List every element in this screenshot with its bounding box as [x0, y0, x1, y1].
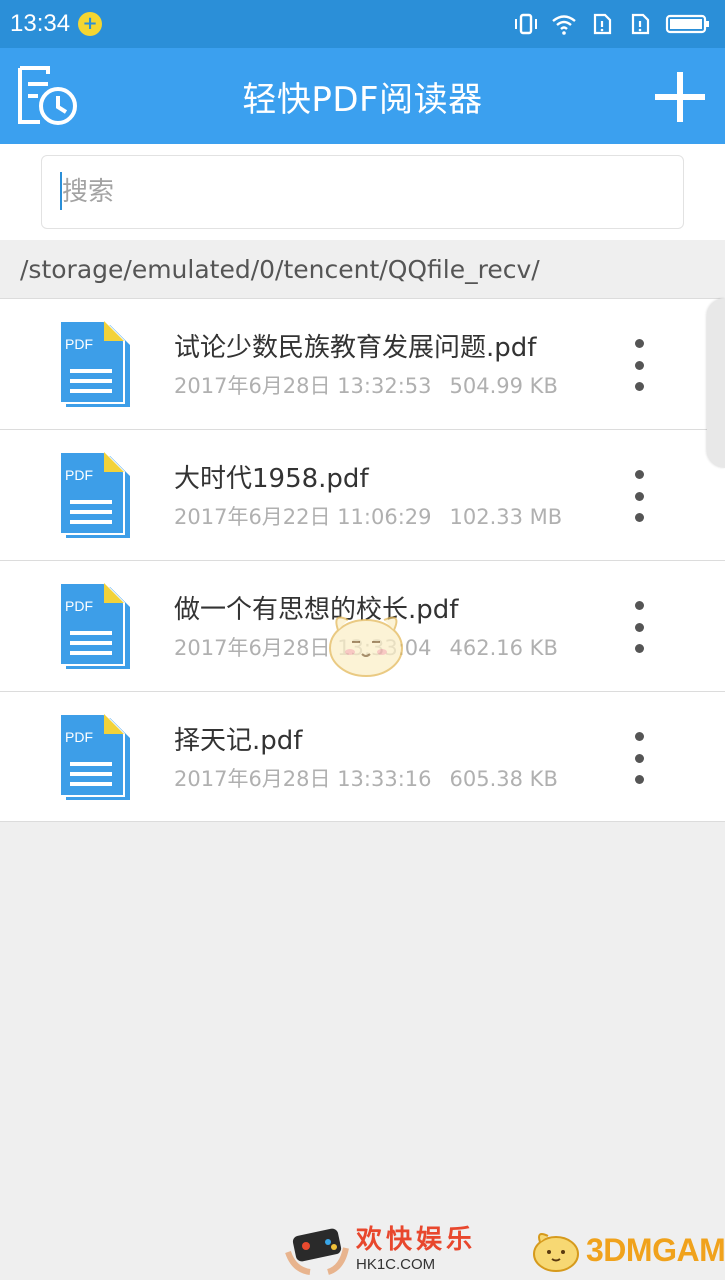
- vibrate-icon: [515, 13, 537, 35]
- more-options-icon[interactable]: [622, 728, 656, 788]
- file-date: 2017年6月22日 11:06:29: [174, 505, 432, 529]
- more-options-icon[interactable]: [622, 597, 656, 657]
- file-icon-label: PDF: [65, 598, 93, 614]
- file-name: 大时代1958.pdf: [174, 464, 369, 494]
- file-size: 462.16 KB: [449, 636, 558, 660]
- file-icon-label: PDF: [65, 729, 93, 745]
- more-options-icon[interactable]: [622, 335, 656, 395]
- file-size: 504.99 KB: [449, 374, 558, 398]
- file-meta: 2017年6月28日 13:32:53 504.99 KB: [174, 370, 558, 400]
- app-title: 轻快PDF阅读器: [242, 79, 483, 120]
- gamepad-hand-icon: [285, 1228, 349, 1275]
- status-bar-right: [513, 12, 711, 36]
- file-list: PDF 试论少数民族教育发展问题.pdf 2017年6月28日 13:32:53…: [0, 298, 725, 822]
- file-row[interactable]: PDF 大时代1958.pdf 2017年6月22日 11:06:29 102.3…: [0, 429, 725, 560]
- watermark-en: HK1C.COM: [356, 1255, 436, 1273]
- watermark-3dmgame: 3DMGAME: [586, 1231, 725, 1268]
- plus-icon[interactable]: [653, 70, 707, 124]
- file-meta: 2017年6月22日 11:06:29 102.33 MB: [174, 501, 562, 531]
- status-time: 13:34: [10, 10, 71, 37]
- status-bar: 13:34 +: [0, 0, 725, 48]
- current-path: /storage/emulated/0/tencent/QQfile_recv/: [0, 240, 725, 298]
- file-history-icon[interactable]: [14, 64, 82, 128]
- pdf-file-icon: PDF: [59, 713, 130, 800]
- file-name: 择天记.pdf: [174, 726, 303, 756]
- battery-icon: [665, 14, 709, 34]
- file-icon-label: PDF: [65, 336, 93, 352]
- file-name: 试论少数民族教育发展问题.pdf: [174, 333, 537, 363]
- plus-badge-icon: +: [78, 12, 103, 36]
- side-drawer-handle[interactable]: [707, 298, 725, 468]
- pdf-file-icon: PDF: [59, 451, 130, 538]
- file-meta: 2017年6月28日 13:33:16 605.38 KB: [174, 763, 558, 793]
- status-bar-left: 13:34 +: [10, 10, 103, 38]
- file-icon-label: PDF: [65, 467, 93, 483]
- watermark-cn: 欢快娱乐: [356, 1224, 477, 1255]
- file-size: 605.38 KB: [449, 767, 558, 791]
- file-row[interactable]: PDF 试论少数民族教育发展问题.pdf 2017年6月28日 13:32:53…: [0, 298, 725, 429]
- watermark-hk1c: 欢快娱乐 HK1C.COM: [284, 1222, 476, 1276]
- search-bar: [0, 144, 725, 240]
- app-bar: 轻快PDF阅读器: [0, 48, 725, 144]
- wifi-icon: [552, 15, 576, 35]
- file-date: 2017年6月28日 13:32:53: [174, 374, 432, 398]
- file-size: 102.33 MB: [449, 505, 563, 529]
- 3dm-mascot-icon: [533, 1233, 579, 1272]
- pdf-file-icon: PDF: [59, 582, 130, 669]
- search-input[interactable]: [41, 155, 684, 229]
- sim-no-signal-icon: [593, 13, 612, 35]
- text-cursor: [60, 172, 62, 210]
- more-options-icon[interactable]: [622, 466, 656, 526]
- file-name: 做一个有思想的校长.pdf: [174, 595, 459, 625]
- mascot-watermark-icon: [329, 616, 403, 677]
- watermark-3dm: 3DMGAME: [530, 1226, 725, 1274]
- file-row[interactable]: PDF 择天记.pdf 2017年6月28日 13:33:16 605.38 KB: [0, 691, 725, 822]
- file-date: 2017年6月28日 13:33:16: [174, 767, 432, 791]
- sim-no-signal-icon: [631, 13, 650, 35]
- pdf-file-icon: PDF: [59, 320, 130, 407]
